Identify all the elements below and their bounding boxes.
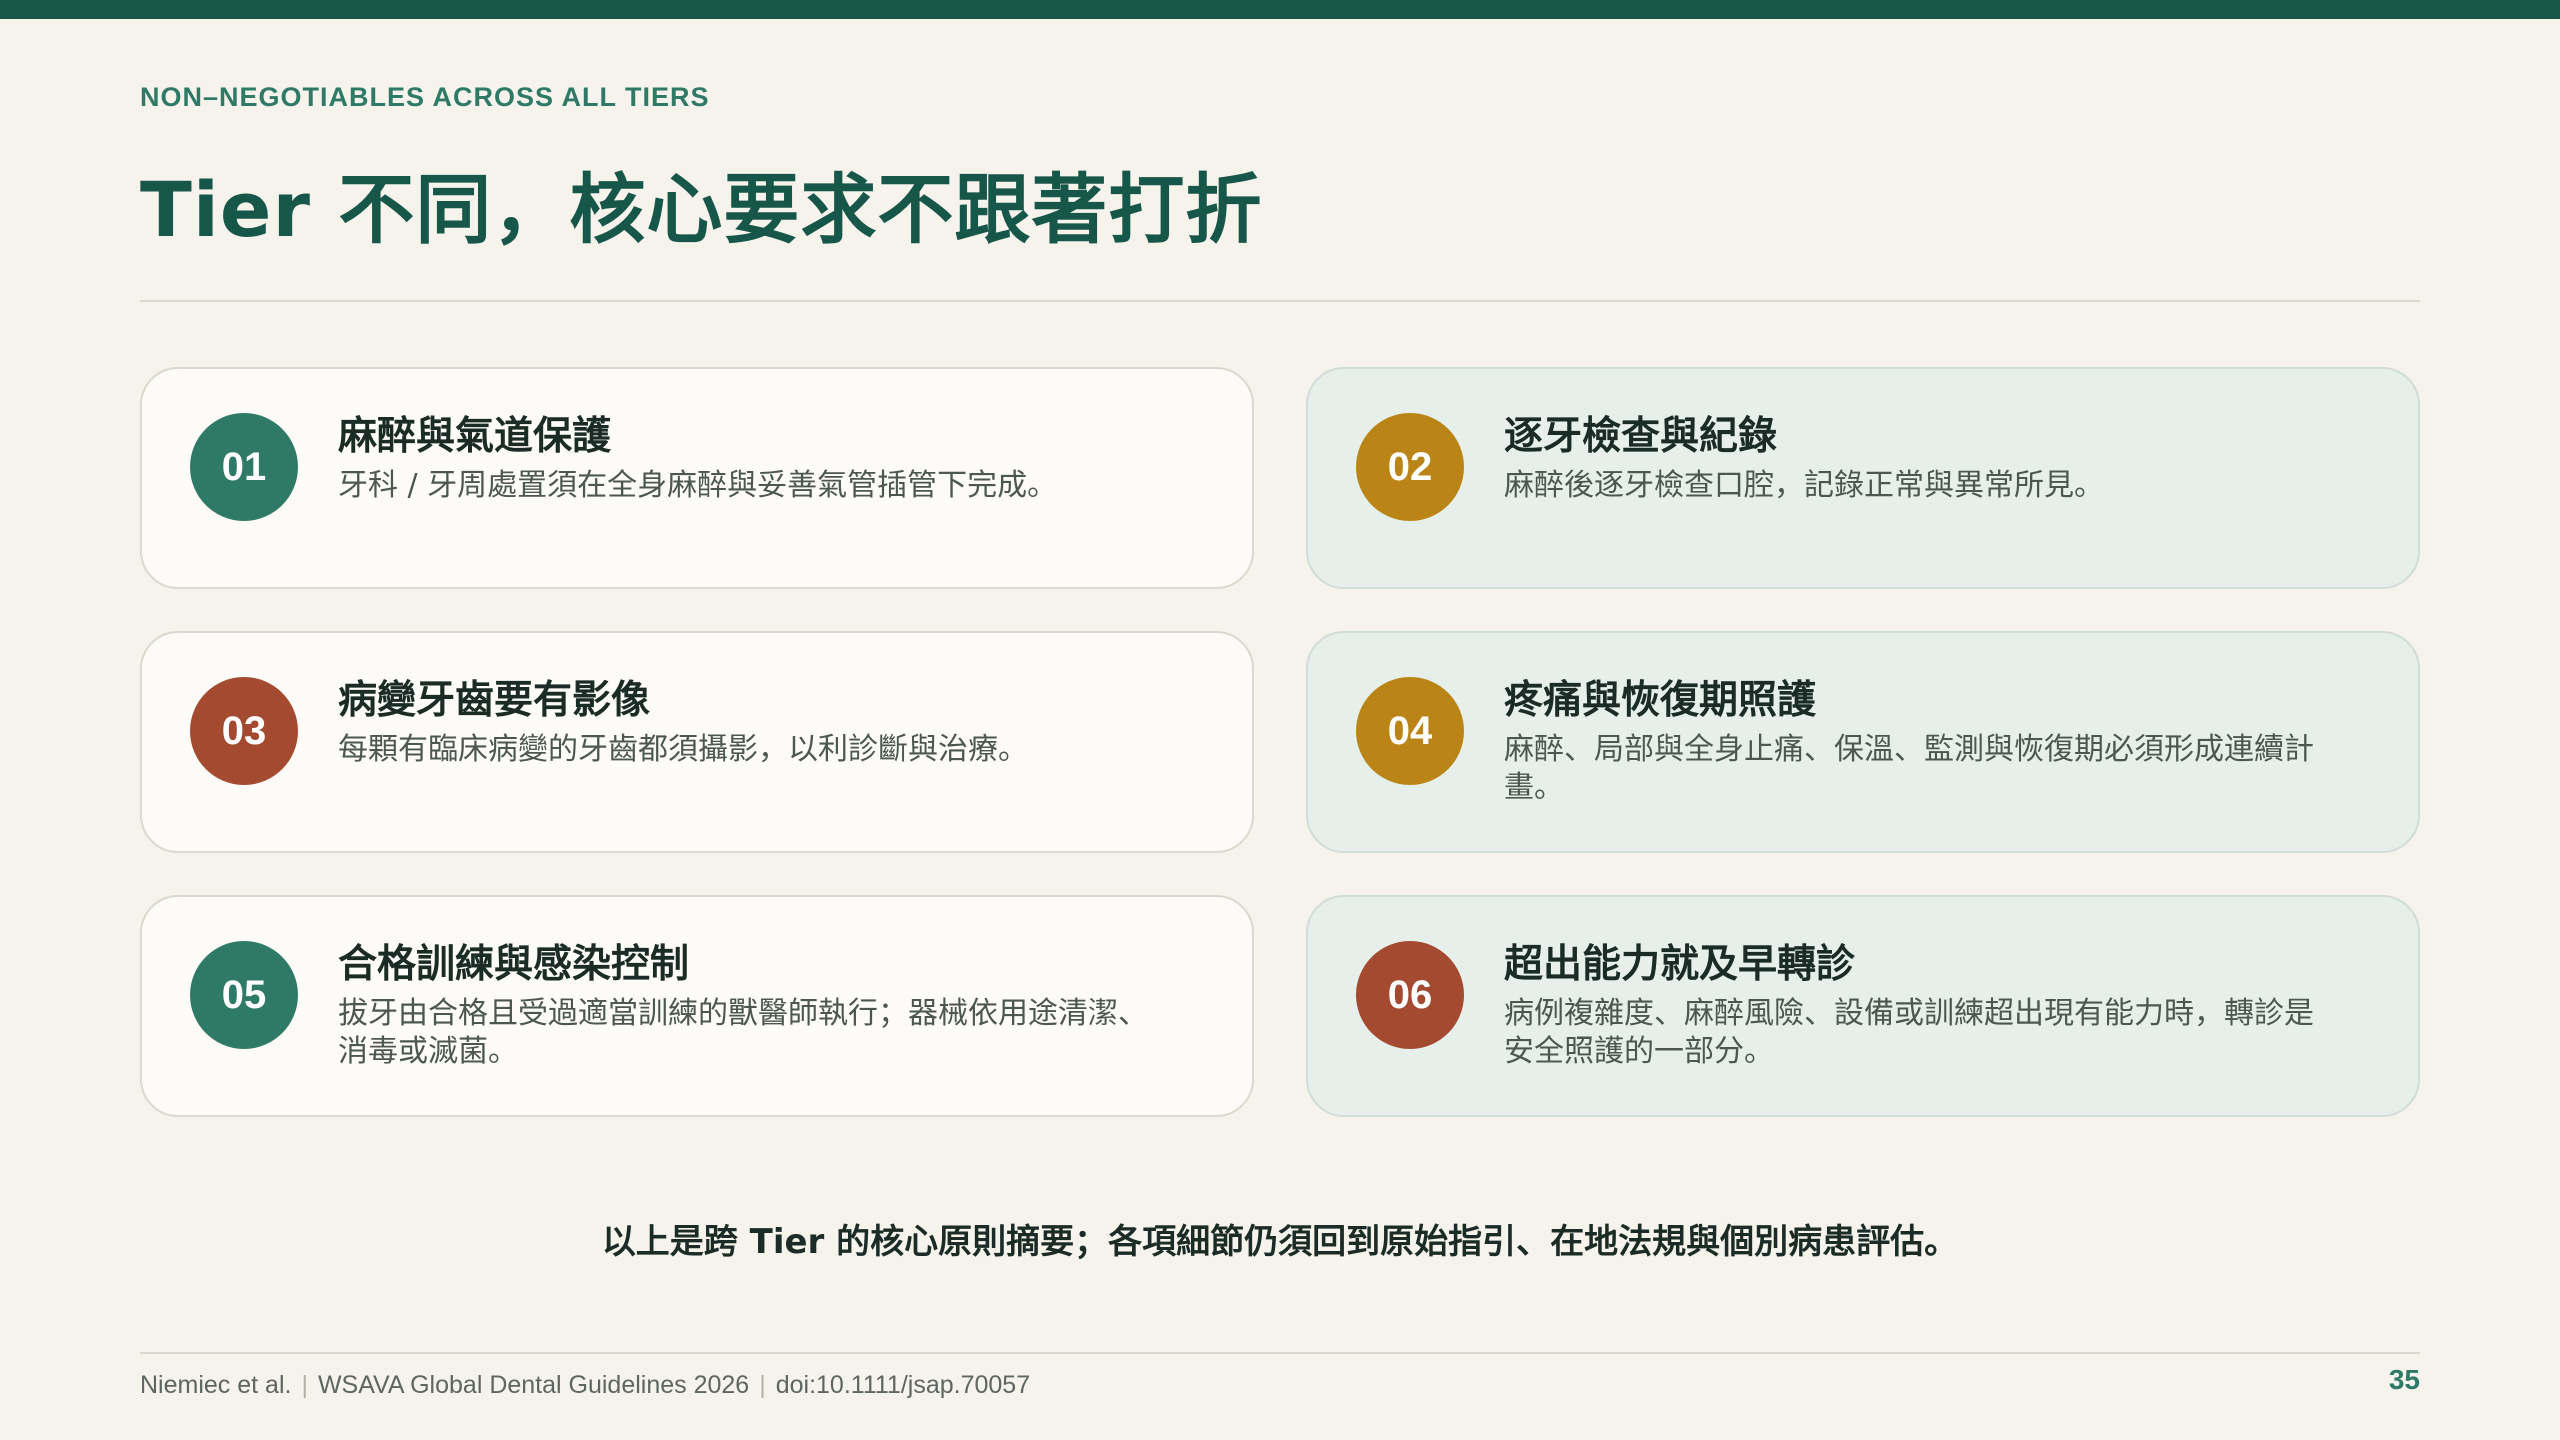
card-description: 拔牙由合格且受過適當訓練的獸醫師執行；器械依用途清潔、消毒或滅菌。 [338,996,1148,1069]
slide-title: Tier 不同，核心要求不跟著打折 [140,165,1263,254]
summary-note: 以上是跨 Tier 的核心原則摘要；各項細節仍須回到原始指引、在地法規與個別病患… [601,1222,1959,1262]
card-title: 麻醉與氣道保護 [338,414,612,459]
card-title: 合格訓練與感染控制 [338,942,690,987]
card-description: 病例複雜度、麻醉風險、設備或訓練超出現有能力時，轉診是安全照護的一部分。 [1504,996,2314,1069]
requirement-card: 04 疼痛與恢復期照護 麻醉、局部與全身止痛、保溫、監測與恢復期必須形成連續計畫… [1306,631,2420,853]
citation-footer: Niemiec et al. | WSAVA Global Dental Guide… [140,1371,1030,1400]
card-title: 疼痛與恢復期照護 [1504,678,1817,723]
card-title: 逐牙檢查與紀錄 [1504,414,1778,459]
eyebrow-label: NON–NEGOTIABLES ACROSS ALL TIERS [140,82,710,112]
citation-doi: doi:10.1111/jsap.70057 [775,1371,1031,1399]
page-number: 35 [2388,1364,2420,1395]
separator: | [301,1371,308,1399]
footer-divider [140,1352,2420,1354]
citation-guideline: WSAVA Global Dental Guidelines 2026 [317,1371,750,1399]
card-description: 麻醉、局部與全身止痛、保溫、監測與恢復期必須形成連續計畫。 [1504,732,2314,805]
number-badge: 03 [190,677,298,785]
requirement-card: 05 合格訓練與感染控制 拔牙由合格且受過適當訓練的獸醫師執行；器械依用途清潔、… [140,895,1254,1117]
card-description: 每顆有臨床病變的牙齒都須攝影，以利診斷與治療。 [338,732,1028,767]
number-badge: 05 [190,941,298,1049]
requirement-card: 01 麻醉與氣道保護 牙科 / 牙周處置須在全身麻醉與妥善氣管插管下完成。 [140,367,1254,589]
requirement-card: 06 超出能力就及早轉診 病例複雜度、麻醉風險、設備或訓練超出現有能力時，轉診是… [1306,895,2420,1117]
number-badge: 02 [1356,413,1464,521]
number-badge: 06 [1356,941,1464,1049]
card-description: 牙科 / 牙周處置須在全身麻醉與妥善氣管插管下完成。 [338,468,1058,503]
requirement-card: 02 逐牙檢查與紀錄 麻醉後逐牙檢查口腔，記錄正常與異常所見。 [1306,367,2420,589]
citation-authors: Niemiec et al. [140,1371,292,1399]
card-title: 超出能力就及早轉診 [1504,942,1856,987]
requirement-card: 03 病變牙齒要有影像 每顆有臨床病變的牙齒都須攝影，以利診斷與治療。 [140,631,1254,853]
requirements-grid: 01 麻醉與氣道保護 牙科 / 牙周處置須在全身麻醉與妥善氣管插管下完成。 02… [140,367,2420,1121]
top-accent-bar [0,0,2560,19]
card-title: 病變牙齒要有影像 [338,678,651,723]
number-badge: 04 [1356,677,1464,785]
title-divider [140,300,2420,302]
number-badge: 01 [190,413,298,521]
card-description: 麻醉後逐牙檢查口腔，記錄正常與異常所見。 [1504,468,2104,503]
separator: | [759,1371,766,1399]
